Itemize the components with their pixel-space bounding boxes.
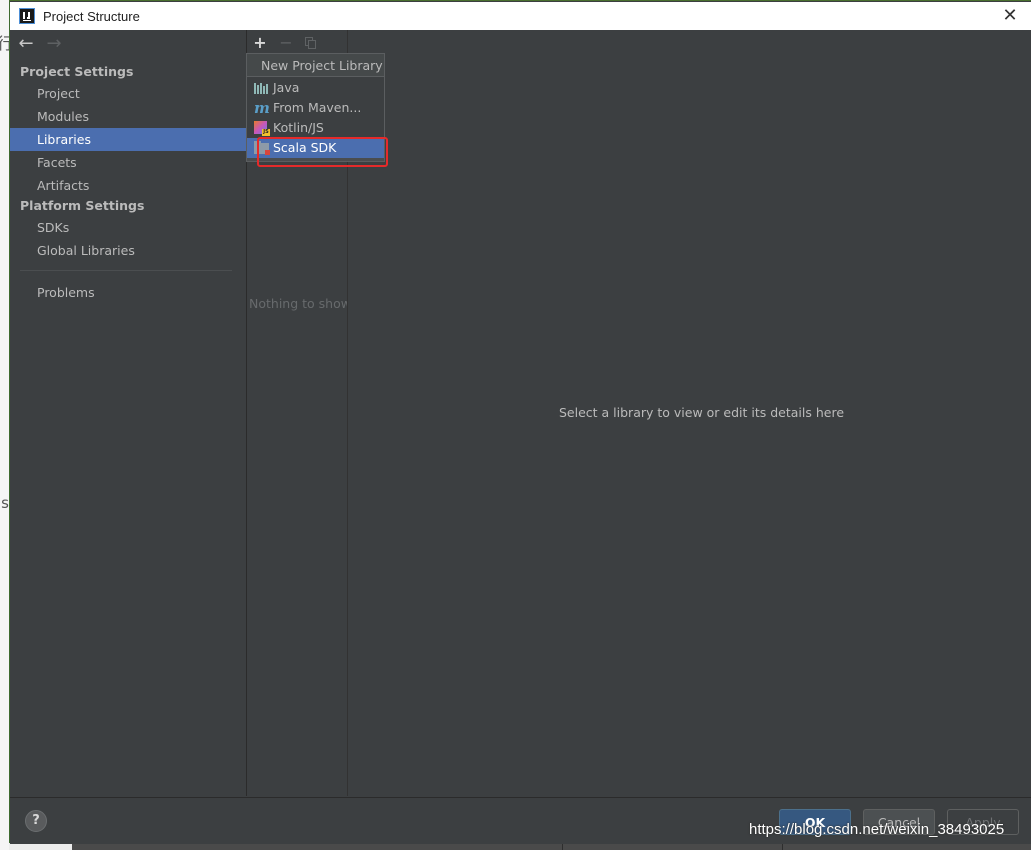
maven-icon: m bbox=[254, 99, 270, 117]
watermark-url: https://blog.csdn.net/weixin_38493025 bbox=[749, 821, 1005, 838]
popup-item-label: Kotlin/JS bbox=[273, 120, 324, 135]
remove-icon[interactable]: − bbox=[276, 33, 296, 53]
title-bar: Project Structure ✕ bbox=[10, 2, 1031, 30]
popup-item-kotlin-js[interactable]: JS Kotlin/JS bbox=[247, 118, 384, 138]
forward-arrow-icon[interactable]: → bbox=[44, 33, 64, 55]
popup-item-label: From Maven... bbox=[273, 100, 362, 115]
details-placeholder-text: Select a library to view or edit its det… bbox=[559, 405, 845, 420]
section-header-platform-settings: Platform Settings bbox=[20, 198, 145, 213]
empty-list-text: Nothing to show bbox=[249, 296, 351, 311]
background-taskbar-strip bbox=[72, 843, 1031, 850]
sidebar-item-modules[interactable]: Modules bbox=[10, 105, 246, 128]
sidebar: ← → Project Settings Project Modules Lib… bbox=[10, 30, 246, 796]
background-window-strip: 行 ls bbox=[0, 0, 13, 850]
sidebar-item-libraries[interactable]: Libraries bbox=[10, 128, 246, 151]
background-glyph: ls bbox=[0, 494, 9, 512]
popup-item-label: Java bbox=[273, 80, 300, 95]
window-title: Project Structure bbox=[43, 9, 140, 24]
back-arrow-icon[interactable]: ← bbox=[16, 33, 36, 55]
sidebar-item-project[interactable]: Project bbox=[10, 82, 246, 105]
popup-item-from-maven[interactable]: m From Maven... bbox=[247, 98, 384, 118]
help-button[interactable]: ? bbox=[25, 810, 47, 832]
library-details-panel: Select a library to view or edit its det… bbox=[348, 30, 1031, 796]
sidebar-item-global-libraries[interactable]: Global Libraries bbox=[10, 239, 246, 262]
copy-icon[interactable] bbox=[301, 33, 321, 53]
intellij-app-icon bbox=[19, 8, 35, 24]
sidebar-divider bbox=[20, 270, 232, 271]
kotlin-js-icon: JS bbox=[254, 121, 270, 136]
section-header-project-settings: Project Settings bbox=[20, 64, 134, 79]
red-highlight-annotation bbox=[257, 137, 388, 167]
close-icon[interactable]: ✕ bbox=[1001, 7, 1019, 25]
java-library-icon bbox=[254, 81, 270, 95]
sidebar-item-artifacts[interactable]: Artifacts bbox=[10, 174, 246, 197]
popup-item-java[interactable]: Java bbox=[247, 78, 384, 98]
add-icon[interactable]: + bbox=[250, 33, 270, 53]
popup-title: New Project Library bbox=[247, 54, 384, 77]
project-structure-dialog: Project Structure ✕ ← → Project Settings… bbox=[9, 0, 1031, 844]
sidebar-item-sdks[interactable]: SDKs bbox=[10, 216, 246, 239]
sidebar-item-problems[interactable]: Problems bbox=[10, 281, 246, 304]
sidebar-item-facets[interactable]: Facets bbox=[10, 151, 246, 174]
